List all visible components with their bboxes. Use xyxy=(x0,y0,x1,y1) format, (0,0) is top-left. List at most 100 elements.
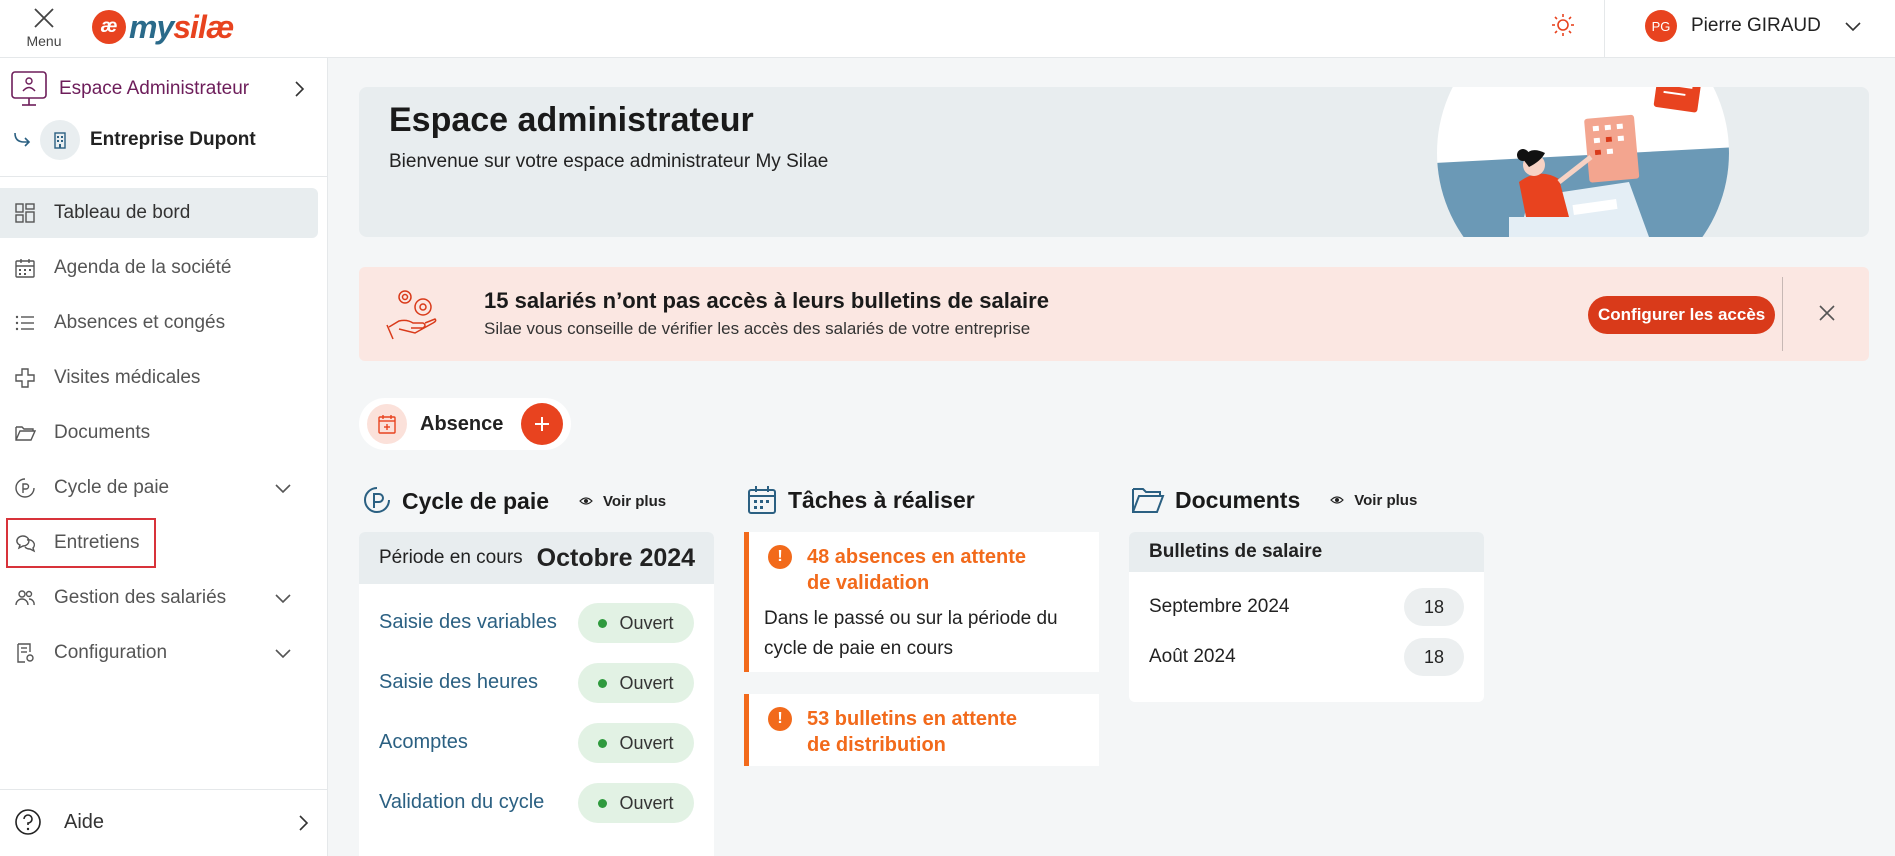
settings-doc-icon xyxy=(17,643,34,663)
voir-plus-label: Voir plus xyxy=(603,492,667,510)
top-bar: Menu æ mysilæ PG Pierre GIRAUD xyxy=(0,0,1895,58)
gears-hand-icon xyxy=(386,290,437,340)
task-card[interactable]: ! 48 absences en attente de validation D… xyxy=(744,532,1099,672)
period-header: Période en cours Octobre 2024 xyxy=(359,532,714,584)
sidebar-item-label: Absences et congés xyxy=(54,312,226,333)
sidebar-item-entretiens[interactable]: Entretiens xyxy=(6,518,156,568)
add-absence-button[interactable] xyxy=(521,403,563,445)
sidebar-item-tableau-de-bord[interactable]: Tableau de bord xyxy=(0,188,318,238)
sidebar-nav: Tableau de bord Agenda de la société Abs… xyxy=(0,188,327,683)
sidebar-item-label: Cycle de paie xyxy=(54,477,170,498)
mysilae-logo[interactable]: æ mysilæ xyxy=(92,4,234,50)
task-card[interactable]: ! 53 bulletins en attente de distributio… xyxy=(744,694,1099,766)
close-icon xyxy=(34,8,54,28)
calendar-icon xyxy=(15,259,35,278)
cycle-title: Cycle de paie xyxy=(402,487,550,514)
help-link[interactable]: Aide xyxy=(14,802,314,842)
task-title-row: ! 53 bulletins en attente de distributio… xyxy=(768,706,1038,758)
status-label: Ouvert xyxy=(619,612,674,633)
documents-card: Bulletins de salaire Septembre 2024 18 A… xyxy=(1129,532,1484,702)
calendar-icon xyxy=(748,486,776,514)
sidebar: Espace Administrateur Entreprise Dupont … xyxy=(0,58,328,856)
sidebar-item-agenda[interactable]: Agenda de la société xyxy=(0,243,327,293)
sidebar-item-absences[interactable]: Absences et congés xyxy=(0,298,327,348)
menu-label: Menu xyxy=(26,33,62,49)
payroll-icon xyxy=(364,487,390,513)
folder-icon xyxy=(1132,488,1165,513)
sidebar-item-cycle-de-paie[interactable]: Cycle de paie xyxy=(0,463,327,513)
cycle-row: Acomptes Ouvert xyxy=(359,712,714,772)
status-badge: Ouvert xyxy=(578,723,694,763)
tasks-section-header: Tâches à réaliser xyxy=(746,484,975,516)
sun-icon[interactable] xyxy=(1550,12,1576,38)
medical-cross-icon xyxy=(15,368,35,388)
documents-title: Documents xyxy=(1175,486,1301,513)
calendar-add-icon xyxy=(367,404,407,444)
chevron-down-icon xyxy=(275,649,291,659)
status-dot xyxy=(598,738,608,748)
cycle-step-link[interactable]: Validation du cycle xyxy=(379,791,544,814)
espace-switcher[interactable]: Espace Administrateur xyxy=(10,70,310,108)
page-subtitle: Bienvenue sur votre espace administrateu… xyxy=(389,151,829,172)
status-badge: Ouvert xyxy=(578,663,694,703)
configure-access-button[interactable]: Configurer les accès xyxy=(1588,296,1776,334)
user-menu[interactable]: PG Pierre GIRAUD xyxy=(1645,10,1863,42)
alert-divider xyxy=(1782,277,1783,351)
sidebar-item-gestion-salaries[interactable]: Gestion des salariés xyxy=(0,573,327,623)
status-label: Ouvert xyxy=(619,792,674,813)
cycle-section-header: Cycle de paie Voir plus xyxy=(362,485,666,517)
eye-icon xyxy=(1330,496,1345,504)
document-row[interactable]: Septembre 2024 18 xyxy=(1129,582,1484,632)
chevron-down-icon xyxy=(275,594,291,604)
document-row[interactable]: Août 2024 18 xyxy=(1129,632,1484,682)
warning-icon: ! xyxy=(768,707,792,731)
close-icon[interactable] xyxy=(1815,301,1839,325)
sidebar-item-label: Entretiens xyxy=(54,532,140,553)
documents-section-label: Bulletins de salaire xyxy=(1129,532,1484,572)
chevron-down-icon xyxy=(275,484,291,494)
access-alert: 15 salariés n’ont pas accès à leurs bull… xyxy=(359,267,1869,361)
sidebar-item-label: Visites médicales xyxy=(54,367,201,388)
dashboard-icon xyxy=(15,203,35,223)
folder-icon xyxy=(15,426,36,441)
status-dot xyxy=(598,798,608,808)
chevron-right-icon xyxy=(299,815,309,831)
status-label: Ouvert xyxy=(619,672,674,693)
sidebar-item-configuration[interactable]: Configuration xyxy=(0,628,327,678)
voir-plus-label: Voir plus xyxy=(1354,491,1418,509)
company-selector[interactable]: Entreprise Dupont xyxy=(12,120,256,160)
status-badge: Ouvert xyxy=(578,603,694,643)
cycle-voir-plus-link[interactable]: Voir plus xyxy=(579,493,666,510)
cycle-step-link[interactable]: Acomptes xyxy=(379,731,468,754)
status-dot xyxy=(598,678,608,688)
espace-label: Espace Administrateur xyxy=(59,78,250,99)
avatar: PG xyxy=(1645,10,1677,42)
sidebar-divider xyxy=(0,176,327,177)
chevron-down-icon xyxy=(1845,22,1861,32)
users-icon xyxy=(15,590,35,606)
sidebar-item-visites-medicales[interactable]: Visites médicales xyxy=(0,353,327,403)
cycle-step-link[interactable]: Saisie des variables xyxy=(379,611,557,634)
status-badge: Ouvert xyxy=(578,783,694,823)
period-label: Période en cours xyxy=(379,547,523,568)
document-month: Septembre 2024 xyxy=(1149,596,1290,617)
status-label: Ouvert xyxy=(619,732,674,753)
menu-button[interactable]: Menu xyxy=(20,4,68,52)
list-icon xyxy=(15,315,34,331)
logo-name: silæ xyxy=(173,8,234,45)
logo-my: my xyxy=(129,8,174,45)
sidebar-item-documents[interactable]: Documents xyxy=(0,408,327,458)
plus-icon xyxy=(535,417,549,431)
chevron-right-icon xyxy=(295,81,305,97)
task-title: 53 bulletins en attente de distribution xyxy=(807,708,1018,756)
admin-monitor-icon xyxy=(10,70,48,108)
payroll-icon xyxy=(15,478,35,498)
documents-voir-plus-link[interactable]: Voir plus xyxy=(1330,492,1417,509)
cycle-step-link[interactable]: Saisie des heures xyxy=(379,671,538,694)
period-value: Octobre 2024 xyxy=(536,543,696,572)
user-name: Pierre GIRAUD xyxy=(1691,15,1821,36)
logo-mark: æ xyxy=(92,10,126,44)
sidebar-item-label: Gestion des salariés xyxy=(54,587,227,608)
sidebar-item-label: Documents xyxy=(54,422,151,443)
alert-title: 15 salariés n’ont pas accès à leurs bull… xyxy=(484,288,1049,313)
